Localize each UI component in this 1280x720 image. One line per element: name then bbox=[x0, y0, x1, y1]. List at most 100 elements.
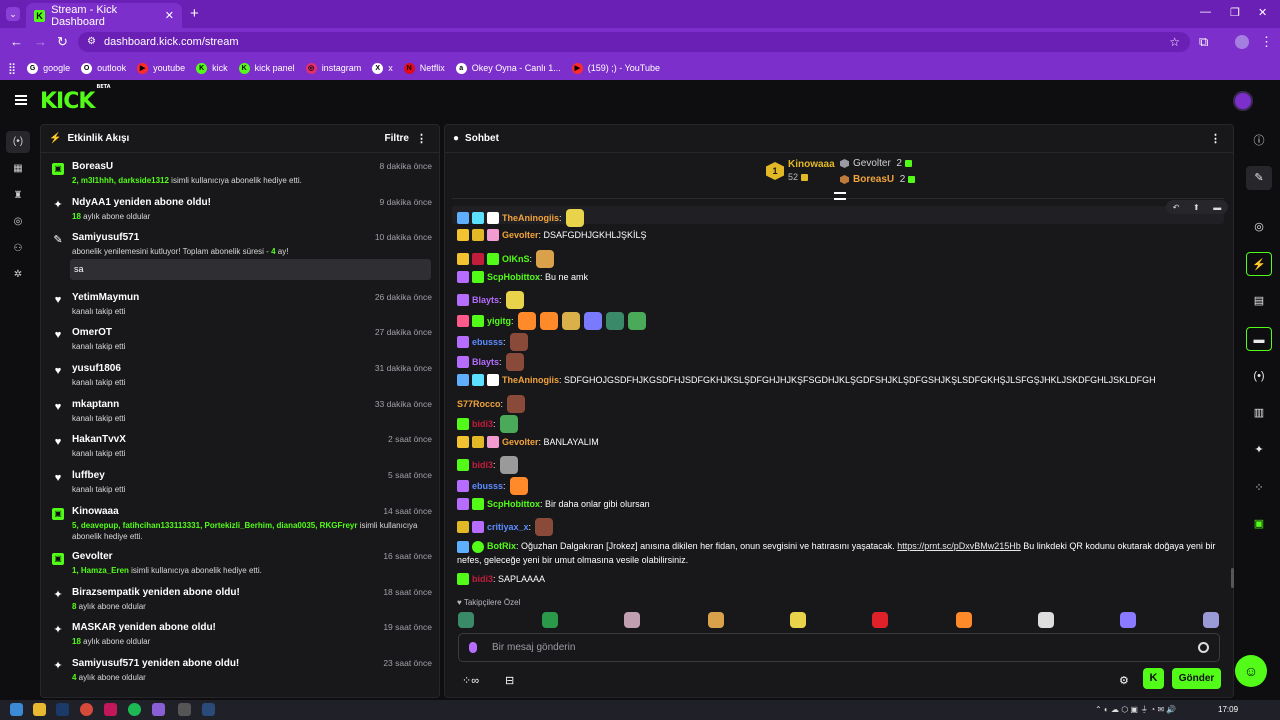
profile-avatar[interactable] bbox=[1235, 35, 1249, 49]
delete-icon[interactable]: ▬ bbox=[1213, 203, 1221, 212]
chat-username[interactable]: ScpHobittox bbox=[487, 499, 540, 509]
document-icon[interactable]: ▤ bbox=[1246, 289, 1272, 313]
wrench-icon[interactable]: ✦ bbox=[1246, 438, 1272, 462]
settings-gear-icon[interactable]: ✲ bbox=[11, 268, 25, 282]
restore-icon[interactable]: ❐ bbox=[1230, 6, 1240, 19]
app-icon[interactable] bbox=[104, 703, 117, 716]
chat-more-icon[interactable]: ⋮ bbox=[1210, 132, 1221, 145]
filter-button[interactable]: Filtre bbox=[385, 133, 409, 144]
system-tray-icons[interactable]: ⌃ ◐ ☁ ⬡ ▣ ⏚ ◔ ✉ 🔊 bbox=[1095, 704, 1176, 715]
chat-username[interactable]: bidi3 bbox=[472, 460, 493, 470]
leaderboard-first-name[interactable]: Kinowaaa bbox=[788, 159, 835, 170]
bookmark-item[interactable]: N Netflix bbox=[403, 62, 445, 74]
extensions-icon[interactable]: ⧉ bbox=[1199, 34, 1208, 50]
chrome-icon[interactable] bbox=[80, 703, 93, 716]
leaderboard-second[interactable]: Gevolter 2 bbox=[853, 158, 912, 169]
stream-live-icon[interactable]: (•) bbox=[6, 131, 30, 153]
quick-emote-button[interactable] bbox=[1038, 612, 1054, 628]
spotify-icon[interactable] bbox=[128, 703, 141, 716]
kick-logo[interactable]: KICKBETA bbox=[40, 84, 111, 114]
chat-username[interactable]: ScpHobittox bbox=[487, 272, 540, 282]
help-chat-button[interactable]: ☺ bbox=[1235, 655, 1267, 687]
browser-menu-icon[interactable]: ⋮ bbox=[1260, 34, 1273, 50]
explorer-icon[interactable] bbox=[33, 703, 46, 716]
chat-username[interactable]: Gevolter bbox=[502, 437, 539, 447]
reply-icon[interactable]: ↶ bbox=[1173, 203, 1180, 212]
botrix-link[interactable]: https://prnt.sc/pDxvBMw215Hb bbox=[897, 541, 1021, 551]
close-window-icon[interactable]: ✕ bbox=[1258, 6, 1267, 19]
apps-icon[interactable]: ⣿ bbox=[8, 62, 16, 75]
quick-emote-button[interactable] bbox=[708, 612, 724, 628]
back-icon[interactable]: ← bbox=[10, 34, 23, 49]
chat-username[interactable]: OlKnS bbox=[502, 254, 530, 264]
close-tab-icon[interactable]: ✕ bbox=[165, 9, 174, 22]
chat-username[interactable]: critiyax_x bbox=[487, 522, 529, 532]
trophy-icon[interactable]: ♜ bbox=[11, 189, 25, 203]
lightning-icon[interactable]: ⚡ bbox=[1246, 252, 1272, 276]
chrome-active-icon[interactable] bbox=[152, 703, 165, 716]
bookmark-item[interactable]: a Okey Oyna - Canlı 1... bbox=[455, 62, 561, 74]
pin-icon[interactable]: ⬆ bbox=[1193, 203, 1200, 212]
store-icon[interactable]: ⊟ bbox=[505, 674, 514, 687]
bookmark-item[interactable]: ◎ instagram bbox=[305, 62, 361, 74]
leaderboard-third[interactable]: BoreasU 2 bbox=[853, 174, 916, 185]
edit-pencil-icon[interactable]: ✎ bbox=[1246, 166, 1272, 190]
quick-emote-button[interactable] bbox=[458, 612, 474, 628]
quick-emote-button[interactable] bbox=[1120, 612, 1136, 628]
emoji-picker-icon[interactable] bbox=[1198, 642, 1209, 653]
chat-username[interactable]: yigitg bbox=[487, 316, 511, 326]
points-icon[interactable]: ⁘∞ bbox=[462, 674, 479, 687]
mic-icon[interactable] bbox=[469, 642, 477, 653]
bookmark-item[interactable]: ▶ (159) ;) - YouTube bbox=[571, 62, 660, 74]
tab-kick-dashboard[interactable]: K Stream - Kick Dashboard ✕ bbox=[26, 3, 182, 28]
dashboard-icon[interactable]: ▦ bbox=[11, 162, 25, 176]
share-icon[interactable]: ⁘ bbox=[1246, 476, 1272, 500]
layers-icon[interactable]: ▥ bbox=[1246, 401, 1272, 425]
quick-emote-button[interactable] bbox=[872, 612, 888, 628]
url-input[interactable]: ⚙ dashboard.kick.com/stream ☆ bbox=[78, 32, 1190, 52]
quick-emote-button[interactable] bbox=[1203, 612, 1219, 628]
chat-username[interactable]: TheAninogiis bbox=[502, 213, 559, 223]
menu-hamburger-icon[interactable] bbox=[15, 95, 27, 105]
start-icon[interactable] bbox=[10, 703, 23, 716]
quick-emote-button[interactable] bbox=[956, 612, 972, 628]
steam-active-icon[interactable] bbox=[202, 703, 215, 716]
chat-username[interactable]: Blayts bbox=[472, 357, 499, 367]
bookmark-item[interactable]: Kkick bbox=[196, 62, 228, 74]
quick-emote-button[interactable] bbox=[542, 612, 558, 628]
chat-username[interactable]: Gevolter bbox=[502, 230, 539, 240]
bookmark-item[interactable]: Xx bbox=[372, 62, 393, 74]
chat-username[interactable]: ebusss bbox=[472, 337, 503, 347]
reload-icon[interactable]: ↻ bbox=[57, 34, 68, 50]
chat-settings-icon[interactable]: ⚙ bbox=[1119, 674, 1129, 687]
chat-icon[interactable]: ▬ bbox=[1246, 327, 1272, 351]
bookmark-item[interactable]: Kkick panel bbox=[238, 62, 295, 74]
camera-icon[interactable]: ◎ bbox=[11, 215, 25, 229]
chat-scrollbar[interactable] bbox=[1231, 568, 1234, 588]
chat-username[interactable]: bidi3 bbox=[472, 419, 493, 429]
activity-more-icon[interactable]: ⋮ bbox=[416, 132, 427, 145]
bookmark-item[interactable]: Ggoogle bbox=[27, 62, 70, 74]
obs-icon[interactable] bbox=[178, 703, 191, 716]
users-icon[interactable]: ⚇ bbox=[11, 242, 25, 256]
chat-username[interactable]: ebusss bbox=[472, 481, 503, 491]
chat-username[interactable]: BotRix bbox=[487, 541, 516, 551]
send-button[interactable]: Gönder bbox=[1172, 668, 1221, 689]
quick-emote-button[interactable] bbox=[624, 612, 640, 628]
bookmark-star-icon[interactable]: ☆ bbox=[1169, 32, 1180, 52]
clapper-icon[interactable]: ▣ bbox=[1246, 512, 1272, 536]
chat-username[interactable]: bidi3 bbox=[472, 574, 493, 584]
camera-icon[interactable]: ◎ bbox=[1246, 215, 1272, 239]
broadcast-icon[interactable]: (•) bbox=[1246, 364, 1272, 388]
forward-icon[interactable]: → bbox=[34, 34, 47, 49]
user-avatar[interactable] bbox=[1233, 91, 1253, 111]
quick-emote-button[interactable] bbox=[790, 612, 806, 628]
site-info-icon[interactable]: ⚙ bbox=[87, 32, 96, 52]
chat-username[interactable]: S77Rocco bbox=[457, 399, 501, 409]
steam-icon[interactable] bbox=[56, 703, 69, 716]
bookmark-item[interactable]: Ooutlook bbox=[81, 62, 126, 74]
info-icon[interactable]: ⓘ bbox=[1246, 129, 1272, 153]
minimize-icon[interactable]: — bbox=[1200, 6, 1211, 18]
expand-leaderboard-icon[interactable] bbox=[834, 192, 846, 200]
kick-emote-button[interactable]: K bbox=[1143, 668, 1164, 689]
